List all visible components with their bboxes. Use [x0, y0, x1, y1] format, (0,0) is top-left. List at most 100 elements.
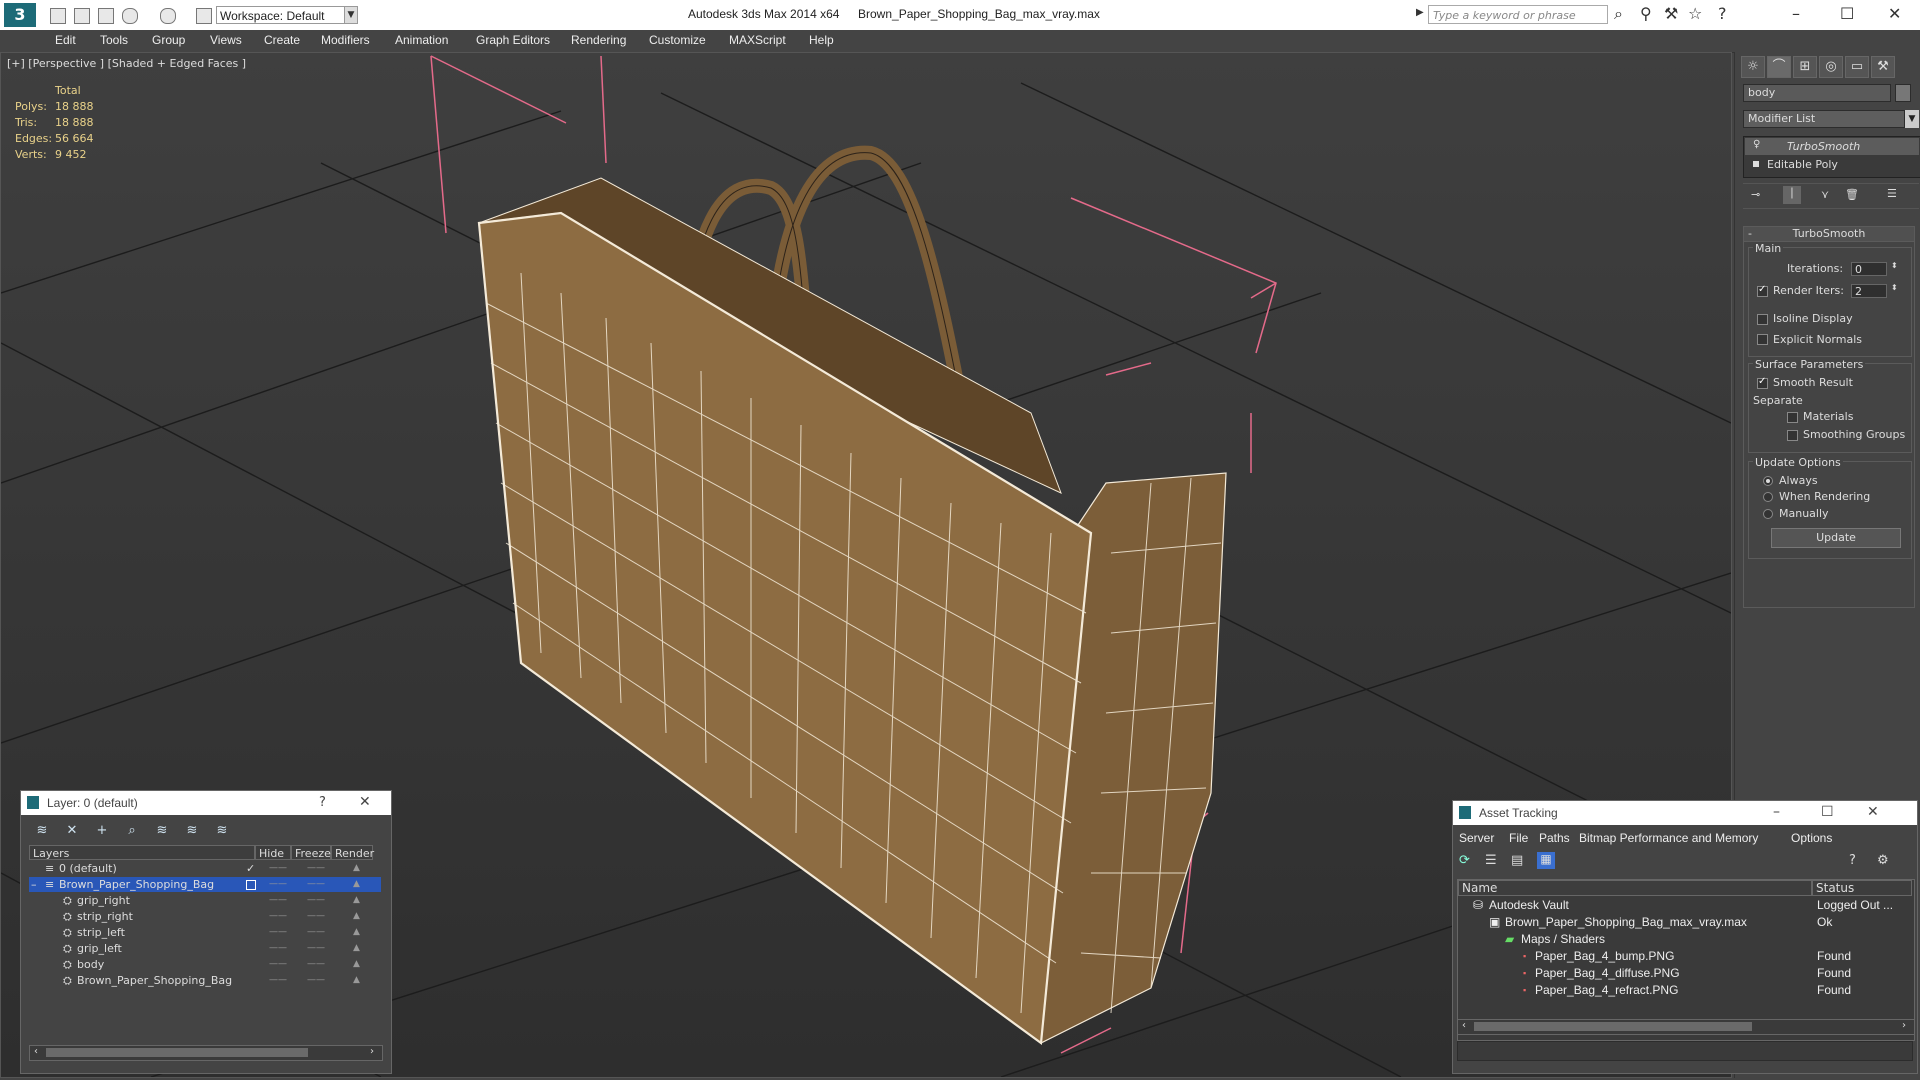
list-view-icon[interactable]: ☰ [1485, 853, 1497, 868]
layer-row[interactable]: – ≡ Brown_Paper_Shopping_Bag —— —— ▲ [29, 877, 381, 892]
app-logo-icon[interactable]: 3 [4, 3, 36, 27]
binoculars-icon[interactable]: ⌕ [1614, 4, 1623, 24]
new-layer-icon[interactable]: ≋ [33, 823, 51, 839]
show-end-result-icon[interactable]: ❘ [1783, 186, 1801, 204]
chevron-down-icon[interactable]: ▼ [344, 6, 358, 24]
teapot-icon[interactable]: ▲ [353, 893, 360, 908]
teapot-icon[interactable]: ▲ [353, 925, 360, 940]
collapse-icon[interactable]: – [31, 877, 37, 892]
object-name-field[interactable]: body [1743, 84, 1891, 102]
freeze-all-icon[interactable]: ≋ [213, 823, 231, 839]
asset-row[interactable]: ▪ Paper_Bag_4_refract.PNG Found [1459, 982, 1911, 999]
layer-row[interactable]: ⛭ grip_right —— —— ▲ [29, 893, 381, 908]
asset-row[interactable]: ▣ Brown_Paper_Shopping_Bag_max_vray.max … [1459, 914, 1911, 931]
status-column-header[interactable]: Status [1812, 880, 1912, 896]
modify-tab-icon[interactable]: ⌒ [1767, 56, 1791, 78]
isoline-checkbox[interactable] [1757, 314, 1768, 325]
always-radio[interactable] [1763, 476, 1773, 486]
teapot-icon[interactable]: ▲ [353, 941, 360, 956]
asset-menu-bitmap[interactable]: Bitmap Performance and Memory [1579, 831, 1758, 845]
layer-row[interactable]: ⛭ strip_right —— —— ▲ [29, 909, 381, 924]
exchange-icon[interactable]: ⚒ [1664, 4, 1678, 23]
new-icon[interactable] [50, 8, 66, 24]
asset-row[interactable]: ⛁ Autodesk Vault Logged Out ... [1459, 897, 1911, 914]
menu-maxscript[interactable]: MAXScript [729, 33, 786, 47]
make-unique-icon[interactable]: ⋎ [1821, 188, 1829, 201]
render-iters-checkbox[interactable] [1757, 284, 1768, 297]
manually-radio[interactable] [1763, 509, 1773, 519]
spinner-arrows-icon[interactable]: ⬍ [1891, 261, 1898, 270]
rollout-header[interactable]: - TurboSmooth [1744, 227, 1914, 242]
materials-checkbox[interactable] [1787, 412, 1798, 423]
hide-column-header[interactable]: Hide [255, 845, 291, 860]
chevron-down-icon[interactable]: ▼ [1905, 110, 1919, 128]
when-rendering-radio[interactable] [1763, 492, 1773, 502]
menu-views[interactable]: Views [210, 33, 242, 47]
layer-row[interactable]: ⛭ grip_left —— —— ▲ [29, 941, 381, 956]
table-view-icon[interactable]: ▦ [1537, 852, 1555, 869]
scroll-thumb[interactable] [1474, 1022, 1752, 1031]
update-button[interactable]: Update [1771, 528, 1901, 548]
asset-window-titlebar[interactable]: Asset Tracking – ☐ ✕ [1453, 801, 1917, 825]
menu-customize[interactable]: Customize [649, 33, 706, 47]
layer-horizontal-scrollbar[interactable]: ‹ › [29, 1045, 383, 1061]
asset-menu-server[interactable]: Server [1459, 831, 1494, 845]
settings-icon[interactable]: ⚙ [1877, 853, 1889, 868]
smooth-result-checkbox[interactable] [1757, 376, 1768, 389]
redo-icon[interactable] [160, 8, 176, 24]
search-arrow-icon[interactable]: ▶ [1416, 7, 1424, 18]
close-icon[interactable]: ✕ [1888, 4, 1901, 23]
help-icon[interactable]: ? [319, 795, 326, 810]
details-view-icon[interactable]: ▤ [1511, 853, 1523, 868]
object-color-swatch[interactable] [1895, 84, 1911, 102]
minimize-icon[interactable]: – [1792, 4, 1800, 23]
menu-modifiers[interactable]: Modifiers [321, 33, 370, 47]
render-iters-spinner[interactable]: 2 [1851, 284, 1887, 298]
iterations-spinner[interactable]: 0 [1851, 262, 1887, 276]
asset-menu-file[interactable]: File [1509, 831, 1528, 845]
menu-tools[interactable]: Tools [100, 33, 128, 47]
menu-help[interactable]: Help [809, 33, 834, 47]
close-icon[interactable]: ✕ [359, 794, 371, 810]
asset-row[interactable]: ▪ Paper_Bag_4_bump.PNG Found [1459, 948, 1911, 965]
maximize-icon[interactable]: ☐ [1840, 4, 1854, 23]
render-column-header[interactable]: Render [331, 845, 374, 860]
menu-edit[interactable]: Edit [55, 33, 76, 47]
hierarchy-tab-icon[interactable]: ⊞ [1793, 56, 1817, 78]
layers-column-header[interactable]: Layers [29, 845, 255, 860]
delete-layer-icon[interactable]: ✕ [63, 823, 81, 839]
menu-graph-editors[interactable]: Graph Editors [476, 33, 550, 47]
close-icon[interactable]: ✕ [1867, 804, 1879, 820]
pin-stack-icon[interactable]: ⊸ [1751, 188, 1760, 201]
teapot-icon[interactable]: ▲ [353, 957, 360, 972]
explicit-normals-checkbox[interactable] [1757, 334, 1768, 345]
teapot-icon[interactable]: ▲ [353, 909, 360, 924]
menu-animation[interactable]: Animation [395, 33, 448, 47]
search-input[interactable]: Type a keyword or phrase [1428, 5, 1608, 24]
layer-window-titlebar[interactable]: Layer: 0 (default) ? ✕ [21, 791, 391, 815]
teapot-icon[interactable]: ▲ [353, 861, 360, 876]
menu-group[interactable]: Group [152, 33, 185, 47]
account-icon[interactable]: ⚲ [1640, 4, 1652, 23]
layer-row[interactable]: ⛭ Brown_Paper_Shopping_Bag —— —— ▲ [29, 973, 381, 988]
asset-menu-options[interactable]: Options [1791, 831, 1832, 845]
asset-horizontal-scrollbar[interactable]: ‹ › [1457, 1019, 1915, 1035]
help-icon[interactable]: ? [1849, 853, 1856, 868]
save-icon[interactable] [98, 8, 114, 24]
spinner-arrows-icon[interactable]: ⬍ [1891, 283, 1898, 292]
asset-menu-paths[interactable]: Paths [1539, 831, 1570, 845]
check-icon[interactable]: ✓ [246, 861, 255, 876]
current-layer-box-icon[interactable] [246, 880, 256, 890]
layer-row[interactable]: ⛭ body —— —— ▲ [29, 957, 381, 972]
select-in-layer-icon[interactable]: ⌕ [123, 823, 141, 839]
asset-path-field[interactable] [1457, 1041, 1913, 1061]
create-tab-icon[interactable]: ☼ [1741, 56, 1765, 78]
hide-all-icon[interactable]: ≋ [183, 823, 201, 839]
minimize-icon[interactable]: – [1773, 804, 1780, 820]
asset-row[interactable]: ▪ Paper_Bag_4_diffuse.PNG Found [1459, 965, 1911, 982]
add-to-layer-icon[interactable]: + [93, 823, 111, 839]
layer-row[interactable]: ⛭ strip_left —— —— ▲ [29, 925, 381, 940]
scroll-thumb[interactable] [46, 1048, 308, 1057]
menu-rendering[interactable]: Rendering [571, 33, 626, 47]
menu-create[interactable]: Create [264, 33, 300, 47]
